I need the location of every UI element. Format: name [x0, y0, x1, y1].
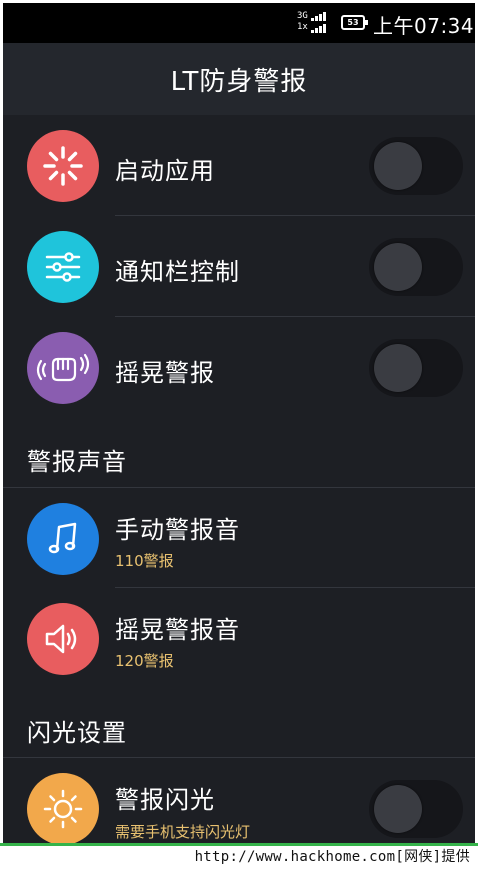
shake-alarm-switch[interactable] — [369, 339, 463, 397]
notification-switch[interactable] — [369, 238, 463, 296]
shake-hand-icon — [27, 332, 99, 404]
list-item-title: 手动警报音 — [115, 516, 240, 544]
speaker-icon — [27, 603, 99, 675]
toggle-row-start-app[interactable]: 启动应用 — [3, 115, 475, 217]
watermark-footer: http://www.hackhome.com[网侠]提供 — [0, 843, 478, 869]
list-item-value: 需要手机支持闪光灯 — [115, 823, 251, 841]
toggle-row-shake-alarm[interactable]: 摇晃警报 — [3, 317, 475, 417]
sun-icon — [27, 773, 99, 843]
battery-icon: 53 — [341, 15, 368, 30]
network-type-top: 3G — [297, 11, 308, 21]
section-header-sound: 警报声音 — [27, 448, 127, 476]
start-app-switch[interactable] — [369, 137, 463, 195]
clock: 上午07:34 — [373, 14, 475, 38]
toggle-label: 摇晃警报 — [115, 359, 215, 387]
watermark-text: http://www.hackhome.com[网侠]提供 — [194, 849, 470, 865]
list-item-value: 120警报 — [115, 652, 174, 670]
list-item-title: 摇晃警报音 — [115, 616, 240, 644]
list-item-manual-sound[interactable]: 手动警报音 110警报 — [3, 488, 475, 588]
section-header-flash: 闪光设置 — [27, 719, 127, 747]
network-type-bottom: 1x — [297, 22, 308, 32]
music-note-icon — [27, 503, 99, 575]
title-bar: LT防身警报 — [3, 43, 475, 115]
status-bar: 3G 1x 53 上午07:34 — [3, 3, 475, 43]
list-item-shake-sound[interactable]: 摇晃警报音 120警报 — [3, 588, 475, 688]
phone-screen: 3G 1x 53 上午07:34 LT防身警报 启动应用 通知栏控制 摇晃警报 … — [3, 3, 475, 843]
toggle-label: 通知栏控制 — [115, 258, 240, 286]
flash-switch[interactable] — [369, 780, 463, 838]
signal-icon: 3G 1x — [297, 11, 331, 35]
toggle-row-flash[interactable]: 警报闪光 需要手机支持闪光灯 — [3, 758, 475, 843]
toggle-label: 启动应用 — [115, 157, 215, 185]
toggle-row-notification[interactable]: 通知栏控制 — [3, 216, 475, 316]
list-item-value: 110警报 — [115, 552, 174, 570]
sliders-icon — [27, 231, 99, 303]
list-item-title: 警报闪光 — [115, 786, 215, 814]
power-loading-icon — [27, 130, 99, 202]
page-title: LT防身警报 — [170, 66, 308, 97]
